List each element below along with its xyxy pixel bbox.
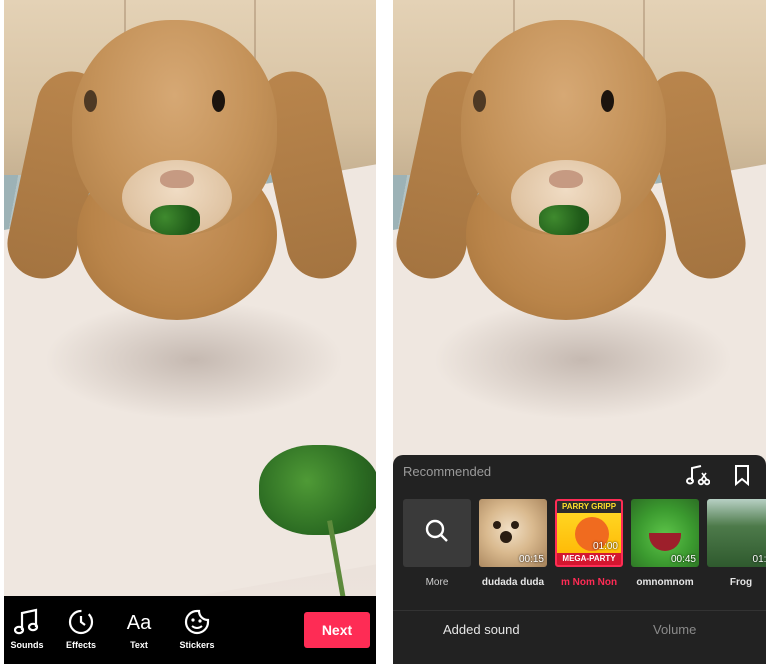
- rabbit-eye: [601, 90, 614, 112]
- music-note-icon: [4, 608, 50, 638]
- thumb-art-text: PARRY GRIPP: [557, 501, 621, 513]
- parsley-sprig: [259, 445, 376, 535]
- thumb-art-text: MEGA-PARTY: [557, 553, 621, 565]
- rabbit: [4, 10, 364, 320]
- sounds-button[interactable]: Sounds: [4, 608, 50, 650]
- stickers-button[interactable]: Stickers: [174, 608, 220, 650]
- sound-duration: 01:00: [592, 541, 618, 552]
- sound-thumb-puppy: 00:15: [479, 499, 547, 567]
- recommended-sounds-list: More 00:15 dudada duda PARRY GRIPP MEGA-…: [403, 499, 766, 599]
- rabbit-eye: [473, 90, 486, 112]
- sound-duration: 00:45: [670, 554, 696, 565]
- sound-item[interactable]: 00:45 omnomnom: [631, 499, 699, 588]
- editor-screen-right: Recommended More 00:15 dudada duda PARRY…: [393, 0, 766, 664]
- effects-button[interactable]: Effects: [58, 608, 104, 650]
- rabbit-eye: [212, 90, 225, 112]
- next-button[interactable]: Next: [304, 612, 370, 648]
- rabbit-nose: [160, 170, 194, 188]
- more-sounds-thumb: [403, 499, 471, 567]
- rabbit-nose: [549, 170, 583, 188]
- tab-added-sound[interactable]: Added sound: [443, 622, 520, 637]
- tab-volume[interactable]: Volume: [653, 622, 696, 637]
- sounds-label: Sounds: [10, 640, 44, 650]
- sound-thumb-frog-cartoon: 00:45: [631, 499, 699, 567]
- rabbit: [393, 10, 753, 320]
- sound-label: More: [425, 577, 449, 588]
- sound-item[interactable]: 01:0 Frog: [707, 499, 766, 588]
- panel-header: Recommended: [403, 464, 492, 479]
- text-button[interactable]: Aa Text: [116, 608, 162, 650]
- sound-item[interactable]: 00:15 dudada duda: [479, 499, 547, 588]
- music-scissors-icon[interactable]: [686, 463, 711, 487]
- sound-duration: 00:15: [518, 554, 544, 565]
- effects-label: Effects: [65, 640, 96, 650]
- sound-duration: 01:0: [752, 554, 766, 565]
- text-aa-icon: Aa: [126, 612, 152, 634]
- sound-label: m Nom Non: [560, 577, 618, 588]
- sound-item-selected[interactable]: PARRY GRIPP MEGA-PARTY 01:00 m Nom Non: [555, 499, 623, 588]
- more-sounds-item[interactable]: More: [403, 499, 471, 588]
- search-icon: [424, 518, 450, 549]
- parsley-in-mouth: [150, 205, 200, 235]
- parsley-in-mouth: [539, 205, 589, 235]
- bookmark-icon[interactable]: [730, 463, 754, 487]
- edit-toolbar: Sounds Effects Aa Text Stickers Next: [4, 596, 376, 664]
- effects-timer-icon: [58, 608, 104, 638]
- stickers-label: Stickers: [179, 640, 215, 650]
- sounds-panel: Recommended More 00:15 dudada duda PARRY…: [393, 455, 766, 664]
- sound-label: Frog: [729, 577, 753, 588]
- sound-thumb-forest: 01:0: [707, 499, 766, 567]
- sticker-icon: [174, 608, 220, 638]
- text-label: Text: [130, 640, 148, 650]
- editor-screen-left: Sounds Effects Aa Text Stickers Next: [4, 0, 376, 664]
- video-preview[interactable]: [4, 0, 376, 596]
- sound-thumb-mega-party: PARRY GRIPP MEGA-PARTY 01:00: [555, 499, 623, 567]
- sound-label: dudada duda: [481, 577, 545, 588]
- sound-label: omnomnom: [636, 577, 694, 588]
- rabbit-eye: [84, 90, 97, 112]
- panel-divider: [393, 610, 766, 611]
